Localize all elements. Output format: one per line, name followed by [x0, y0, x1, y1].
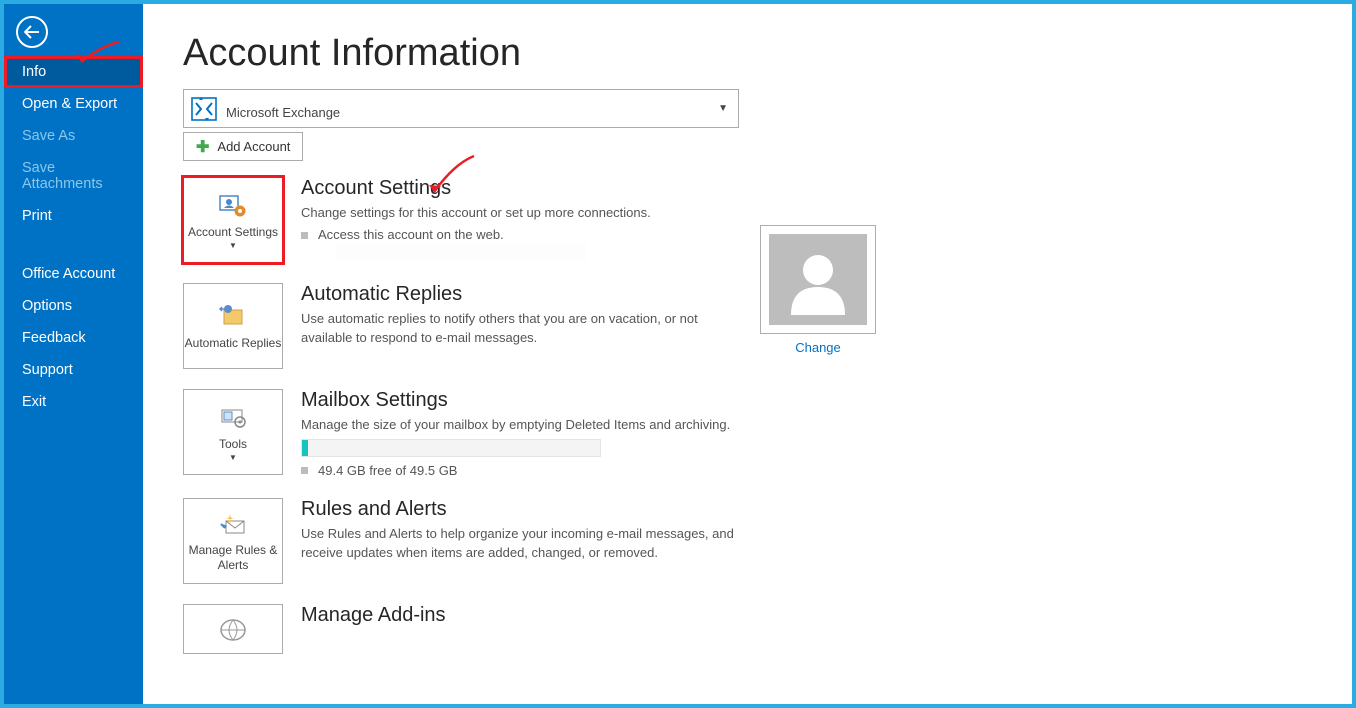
sidebar-menu-secondary: Office Account Options Feedback Support … [4, 258, 143, 418]
avatar [760, 225, 876, 334]
section-automatic-replies: Automatic Replies Automatic Replies Use … [183, 283, 1312, 369]
account-settings-desc: Change settings for this account or set … [301, 204, 741, 223]
sidebar-item-office-account[interactable]: Office Account [4, 258, 143, 290]
sidebar-item-save-as: Save As [4, 120, 143, 152]
main-content: Account Information Microsoft Exchange ▼… [143, 4, 1352, 704]
automatic-replies-desc: Use automatic replies to notify others t… [301, 310, 741, 348]
automatic-replies-button-label: Automatic Replies [185, 336, 282, 351]
sidebar-item-open-export[interactable]: Open & Export [4, 88, 143, 120]
sidebar-menu-primary: Info Open & Export Save As Save Attachme… [4, 56, 143, 232]
web-access-url [336, 243, 586, 260]
page-title: Account Information [183, 32, 1312, 75]
sidebar-item-options[interactable]: Options [4, 290, 143, 322]
sidebar-item-support[interactable]: Support [4, 354, 143, 386]
sidebar: Info Open & Export Save As Save Attachme… [4, 4, 143, 704]
change-avatar-link[interactable]: Change [760, 340, 876, 355]
sidebar-item-exit[interactable]: Exit [4, 386, 143, 418]
caret-down-icon: ▼ [229, 241, 237, 250]
bullet-icon [301, 467, 308, 474]
sidebar-item-info[interactable]: Info [4, 56, 143, 88]
sidebar-item-feedback[interactable]: Feedback [4, 322, 143, 354]
account-settings-title: Account Settings [301, 177, 741, 200]
person-icon [783, 245, 853, 315]
caret-down-icon: ▼ [718, 103, 728, 114]
tools-icon [217, 403, 249, 433]
manage-addins-title: Manage Add-ins [301, 604, 741, 627]
account-settings-icon [217, 191, 249, 221]
account-settings-button[interactable]: Account Settings ▼ [183, 177, 283, 263]
back-button[interactable] [16, 16, 48, 48]
sidebar-item-save-attachments: Save Attachments [4, 152, 143, 200]
mailbox-usage-fill [302, 440, 308, 456]
bullet-icon [301, 232, 308, 239]
addins-icon [217, 614, 249, 644]
back-arrow-icon [24, 25, 40, 39]
rules-alerts-desc: Use Rules and Alerts to help organize yo… [301, 525, 741, 563]
manage-rules-button[interactable]: Manage Rules & Alerts [183, 498, 283, 584]
automatic-replies-title: Automatic Replies [301, 283, 741, 306]
account-type-label: Microsoft Exchange [226, 97, 718, 120]
section-manage-addins: Manage Add-ins [183, 604, 1312, 654]
account-settings-button-label: Account Settings [188, 225, 278, 240]
sidebar-item-print[interactable]: Print [4, 200, 143, 232]
exchange-icon [190, 96, 218, 122]
plus-icon: ✚ [196, 137, 209, 157]
mailbox-settings-title: Mailbox Settings [301, 389, 741, 412]
web-access-text: Access this account on the web. [318, 227, 504, 242]
mailbox-settings-desc: Manage the size of your mailbox by empty… [301, 416, 741, 435]
section-account-settings: Account Settings ▼ Account Settings Chan… [183, 177, 1312, 263]
tools-button[interactable]: Tools ▼ [183, 389, 283, 475]
rules-alerts-icon [217, 509, 249, 539]
rules-alerts-title: Rules and Alerts [301, 498, 741, 521]
caret-down-icon: ▼ [229, 453, 237, 462]
manage-rules-button-label: Manage Rules & Alerts [184, 543, 282, 573]
mailbox-usage-bar [301, 439, 601, 457]
account-dropdown[interactable]: Microsoft Exchange ▼ [183, 89, 739, 128]
section-rules-alerts: Manage Rules & Alerts Rules and Alerts U… [183, 498, 1312, 584]
manage-addins-button[interactable] [183, 604, 283, 654]
storage-text: 49.4 GB free of 49.5 GB [318, 463, 457, 478]
add-account-button[interactable]: ✚ Add Account [183, 132, 303, 161]
avatar-block: Change [760, 225, 876, 355]
automatic-replies-button[interactable]: Automatic Replies [183, 283, 283, 369]
automatic-replies-icon [217, 302, 249, 332]
section-mailbox-settings: Tools ▼ Mailbox Settings Manage the size… [183, 389, 1312, 478]
tools-button-label: Tools [219, 437, 247, 452]
add-account-label: Add Account [217, 139, 290, 154]
